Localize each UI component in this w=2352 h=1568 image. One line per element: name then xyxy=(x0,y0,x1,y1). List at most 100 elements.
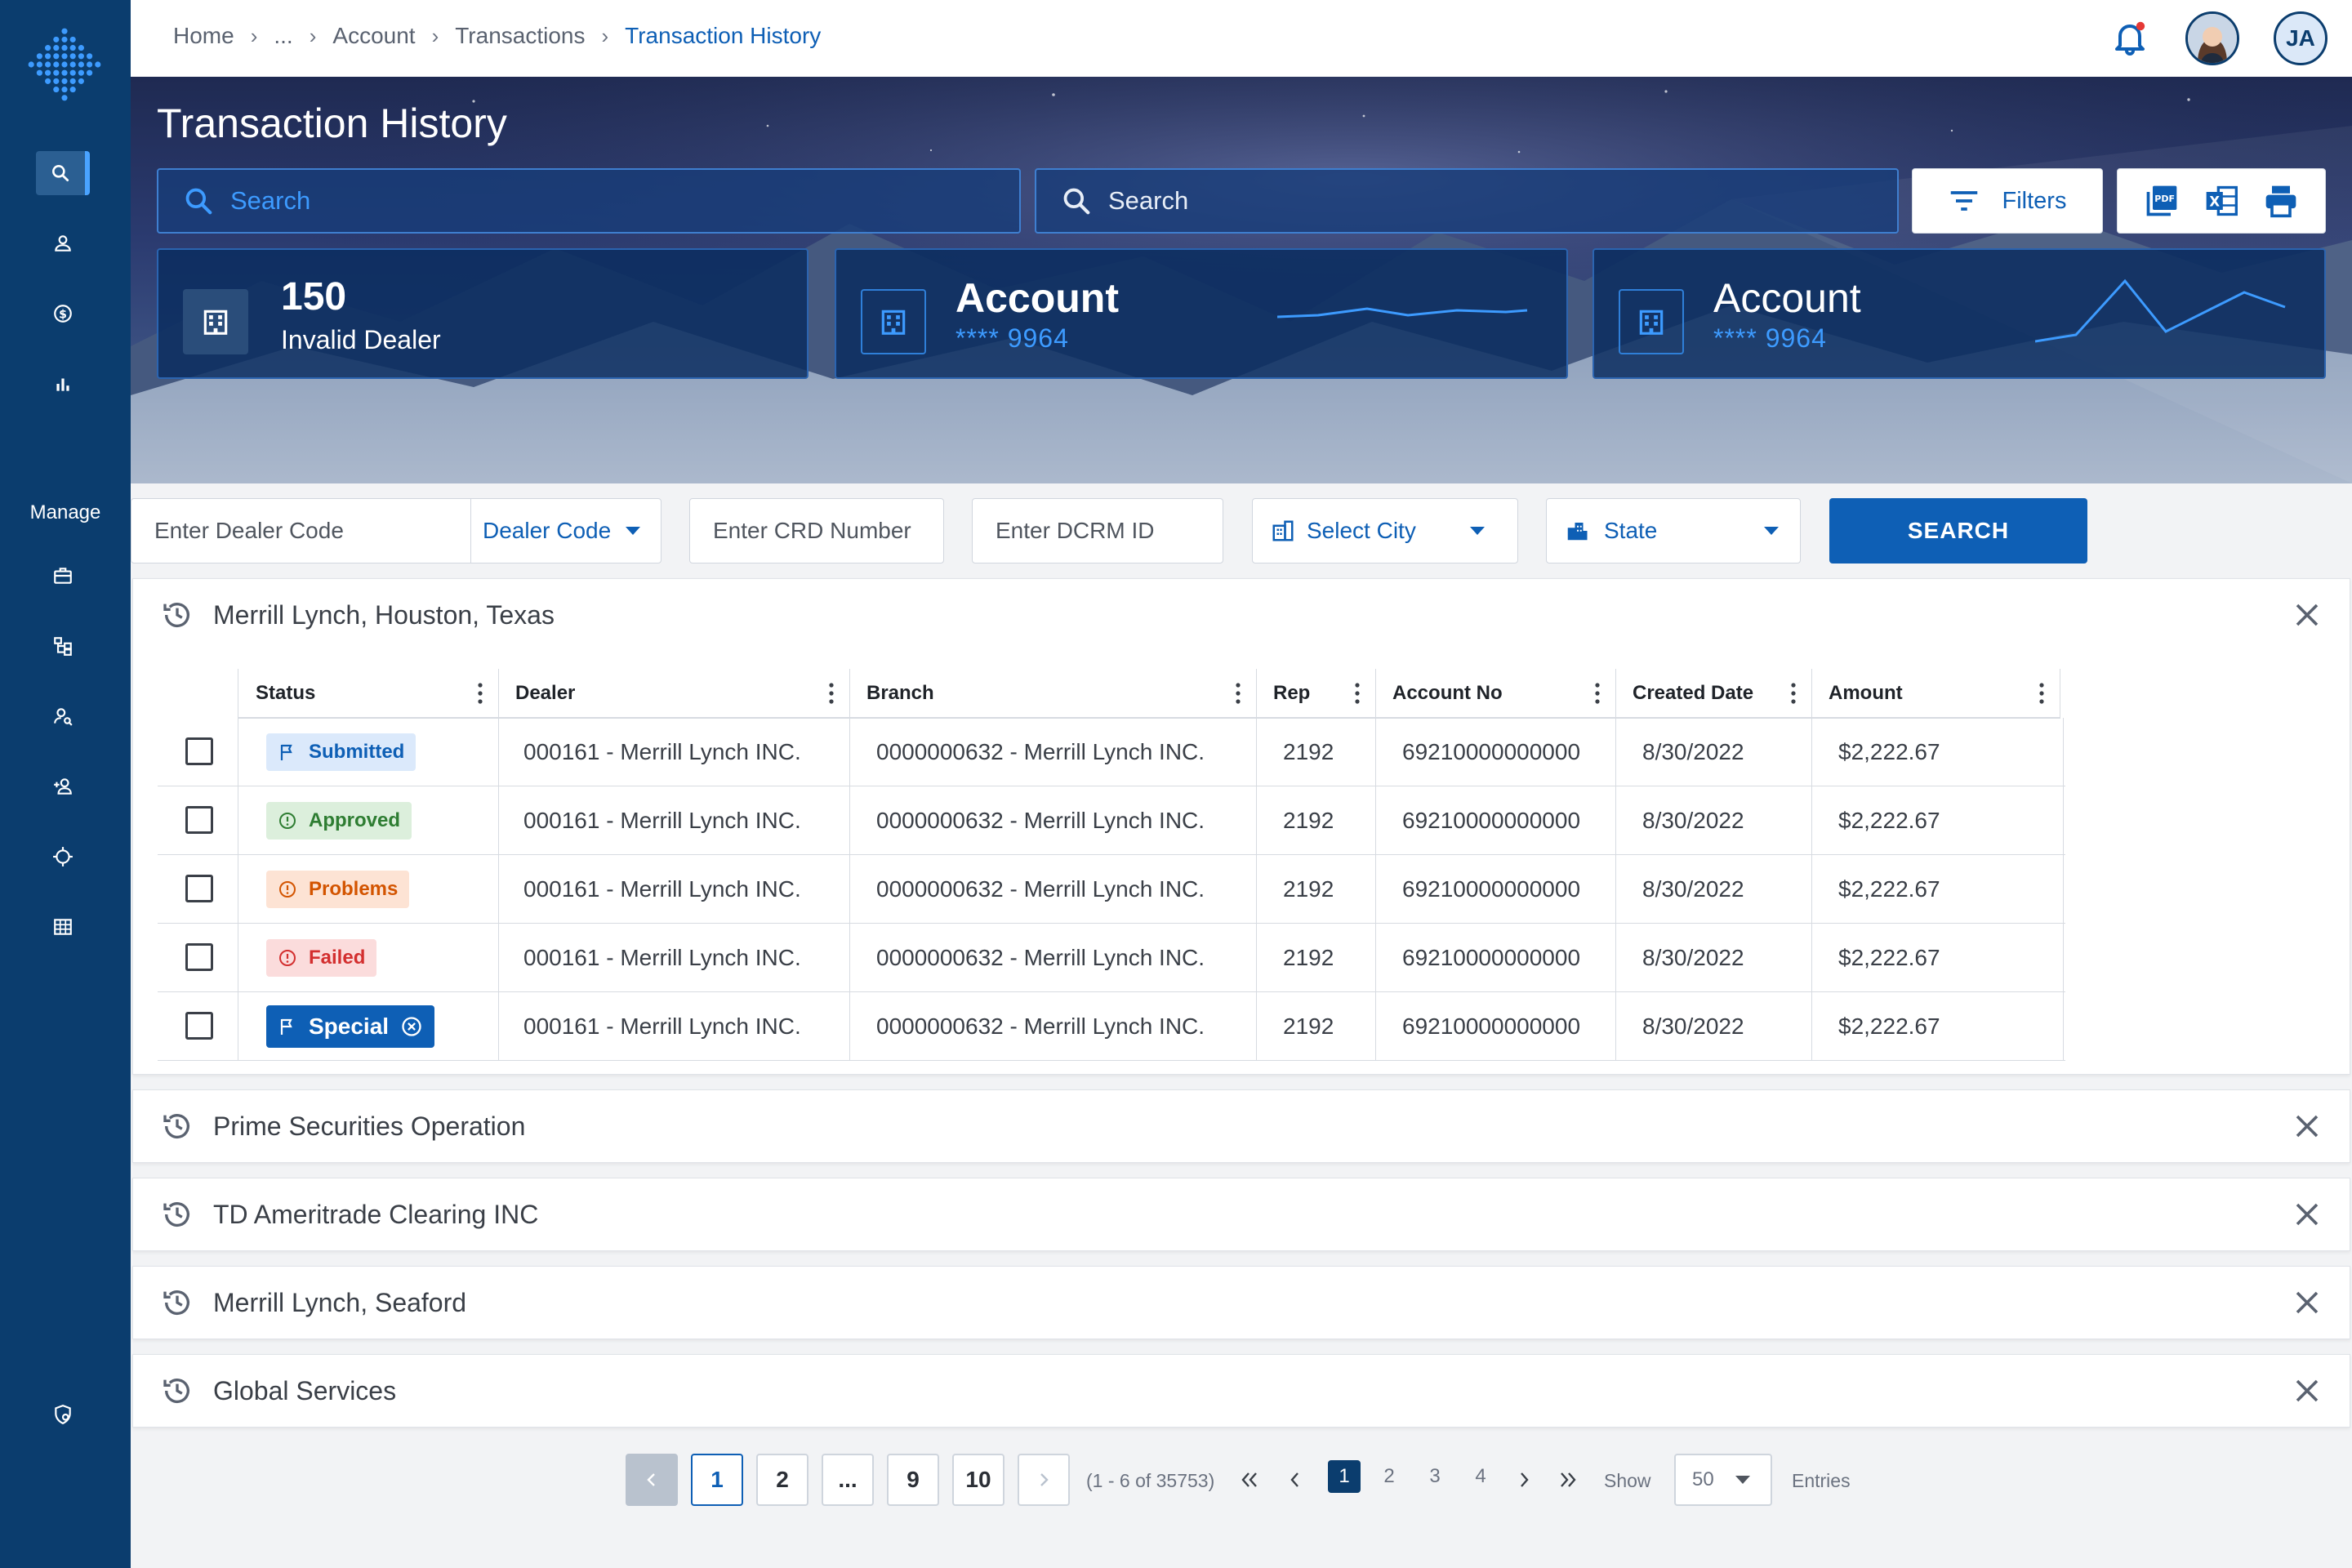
nav-hierarchy[interactable] xyxy=(36,624,90,668)
panel-header[interactable]: TD Ameritrade Clearing INC xyxy=(133,1178,2350,1250)
more-vertical-icon[interactable] xyxy=(2038,682,2045,705)
mini-page[interactable]: 4 xyxy=(1464,1465,1497,1488)
table-row[interactable]: Problems 000161 - Merrill Lynch INC. 000… xyxy=(158,855,2065,924)
close-icon[interactable] xyxy=(2292,1111,2322,1141)
page-ellipsis[interactable]: ... xyxy=(822,1454,874,1506)
column-header-created-date[interactable]: Created Date xyxy=(1616,669,1812,718)
close-icon[interactable] xyxy=(2292,1288,2322,1317)
print-button[interactable] xyxy=(2261,181,2301,220)
table-row[interactable]: Submitted 000161 - Merrill Lynch INC. 00… xyxy=(158,718,2065,786)
crd-number-input[interactable]: Enter CRD Number xyxy=(689,498,944,564)
panel-header[interactable]: Global Services xyxy=(133,1355,2350,1427)
row-checkbox[interactable] xyxy=(185,806,213,834)
search-input-primary[interactable]: Search xyxy=(157,168,1021,234)
column-header-branch[interactable]: Branch xyxy=(850,669,1257,718)
brand-logo[interactable] xyxy=(23,23,106,106)
close-icon[interactable] xyxy=(2292,1200,2322,1229)
panel-header[interactable]: Merrill Lynch, Seaford xyxy=(133,1267,2350,1339)
breadcrumb-transactions[interactable]: Transactions xyxy=(455,23,585,49)
first-page-icon[interactable] xyxy=(1238,1468,1261,1491)
table-row[interactable]: Approved 000161 - Merrill Lynch INC. 000… xyxy=(158,786,2065,855)
nav-analytics[interactable] xyxy=(36,362,90,406)
avatar[interactable] xyxy=(2185,11,2239,65)
dealer-panel-collapsed[interactable]: TD Ameritrade Clearing INC xyxy=(132,1178,2350,1251)
column-label: Dealer xyxy=(515,682,576,704)
dealer-panel-collapsed[interactable]: Prime Securities Operation xyxy=(132,1089,2350,1163)
chevron-left-icon[interactable] xyxy=(1284,1468,1307,1491)
search-input-secondary[interactable]: Search xyxy=(1035,168,1899,234)
hero-banner: Transaction History Search Search Filter… xyxy=(131,77,2352,483)
panel-header[interactable]: Merrill Lynch, Houston, Texas xyxy=(133,579,2350,651)
nav-profile[interactable] xyxy=(36,221,90,265)
invalid-dealer-card[interactable]: 150 Invalid Dealer xyxy=(157,248,808,379)
remove-circle-icon[interactable] xyxy=(400,1015,423,1038)
dealer-code-select[interactable]: Dealer Code xyxy=(483,518,611,544)
more-vertical-icon[interactable] xyxy=(1594,682,1601,705)
table-row[interactable]: Failed 000161 - Merrill Lynch INC. 00000… xyxy=(158,924,2065,992)
dcrm-id-input[interactable]: Enter DCRM ID xyxy=(972,498,1223,564)
panel-header[interactable]: Prime Securities Operation xyxy=(133,1090,2350,1162)
next-page-button[interactable] xyxy=(1018,1454,1070,1506)
chevron-right-icon[interactable] xyxy=(1512,1468,1535,1491)
row-checkbox[interactable] xyxy=(185,737,213,765)
svg-text:$: $ xyxy=(59,308,67,321)
column-header-amount[interactable]: Amount xyxy=(1812,669,2060,718)
mini-page[interactable]: 1 xyxy=(1328,1460,1361,1493)
nav-grid[interactable] xyxy=(36,905,90,949)
table-row[interactable]: Special 000161 - Merrill Lynch INC. 0000… xyxy=(158,992,2065,1061)
mini-page[interactable]: 2 xyxy=(1373,1465,1405,1488)
more-vertical-icon[interactable] xyxy=(477,682,483,705)
export-pdf-button[interactable]: PDF xyxy=(2142,181,2181,220)
last-page-icon[interactable] xyxy=(1557,1468,1579,1491)
sparkline-chart xyxy=(2035,278,2286,343)
row-checkbox[interactable] xyxy=(185,875,213,902)
user-initials-button[interactable]: JA xyxy=(2274,11,2328,65)
dealer-panel-collapsed[interactable]: Merrill Lynch, Seaford xyxy=(132,1266,2350,1339)
account-card-1[interactable]: Account **** 9964 xyxy=(835,248,1568,379)
account-card-2[interactable]: Account **** 9964 xyxy=(1592,248,2326,379)
row-checkbox[interactable] xyxy=(185,943,213,971)
more-vertical-icon[interactable] xyxy=(1235,682,1241,705)
mini-page[interactable]: 3 xyxy=(1419,1465,1451,1488)
state-select[interactable]: State xyxy=(1546,498,1801,564)
column-header-status[interactable]: Status xyxy=(239,669,499,718)
page-button[interactable]: 9 xyxy=(887,1454,939,1506)
prev-page-button[interactable] xyxy=(626,1454,678,1506)
close-icon[interactable] xyxy=(2292,600,2322,630)
breadcrumb-home[interactable]: Home xyxy=(173,23,234,49)
status-badge[interactable]: Submitted xyxy=(266,733,416,771)
dealer-panel-collapsed[interactable]: Global Services xyxy=(132,1354,2350,1428)
column-header-dealer[interactable]: Dealer xyxy=(499,669,850,718)
status-badge[interactable]: Failed xyxy=(266,939,377,977)
nav-user-search[interactable] xyxy=(36,694,90,738)
nav-security[interactable] xyxy=(36,1392,90,1437)
status-badge[interactable]: Problems xyxy=(266,871,410,908)
page-button[interactable]: 10 xyxy=(952,1454,1004,1506)
page-button[interactable]: 1 xyxy=(691,1454,743,1506)
breadcrumb-account[interactable]: Account xyxy=(332,23,415,49)
breadcrumb-ellipsis[interactable]: ... xyxy=(274,23,292,49)
nav-dealers[interactable] xyxy=(36,554,90,598)
more-vertical-icon[interactable] xyxy=(828,682,835,705)
nav-add-user[interactable] xyxy=(36,764,90,808)
dealer-code-input[interactable]: Enter Dealer Code xyxy=(131,499,471,563)
search-button[interactable]: SEARCH xyxy=(1829,498,2087,564)
more-vertical-icon[interactable] xyxy=(1790,682,1797,705)
more-vertical-icon[interactable] xyxy=(1354,682,1361,705)
column-header-rep[interactable]: Rep xyxy=(1257,669,1376,718)
export-excel-button[interactable]: X xyxy=(2202,181,2241,220)
nav-search[interactable] xyxy=(36,151,90,195)
notification-bell-icon[interactable] xyxy=(2110,18,2149,57)
status-badge[interactable]: Special xyxy=(266,1005,435,1048)
page-button[interactable]: 2 xyxy=(756,1454,808,1506)
status-badge[interactable]: Approved xyxy=(266,802,412,840)
info-circle-icon xyxy=(279,813,296,829)
nav-target[interactable] xyxy=(36,835,90,879)
column-header-account-no[interactable]: Account No xyxy=(1376,669,1616,718)
city-select[interactable]: Select City xyxy=(1252,498,1518,564)
nav-finance[interactable]: $ xyxy=(36,292,90,336)
row-checkbox[interactable] xyxy=(185,1012,213,1040)
entries-per-page-select[interactable]: 50 xyxy=(1674,1454,1772,1506)
close-icon[interactable] xyxy=(2292,1376,2322,1405)
filters-button[interactable]: Filters xyxy=(1912,168,2103,234)
